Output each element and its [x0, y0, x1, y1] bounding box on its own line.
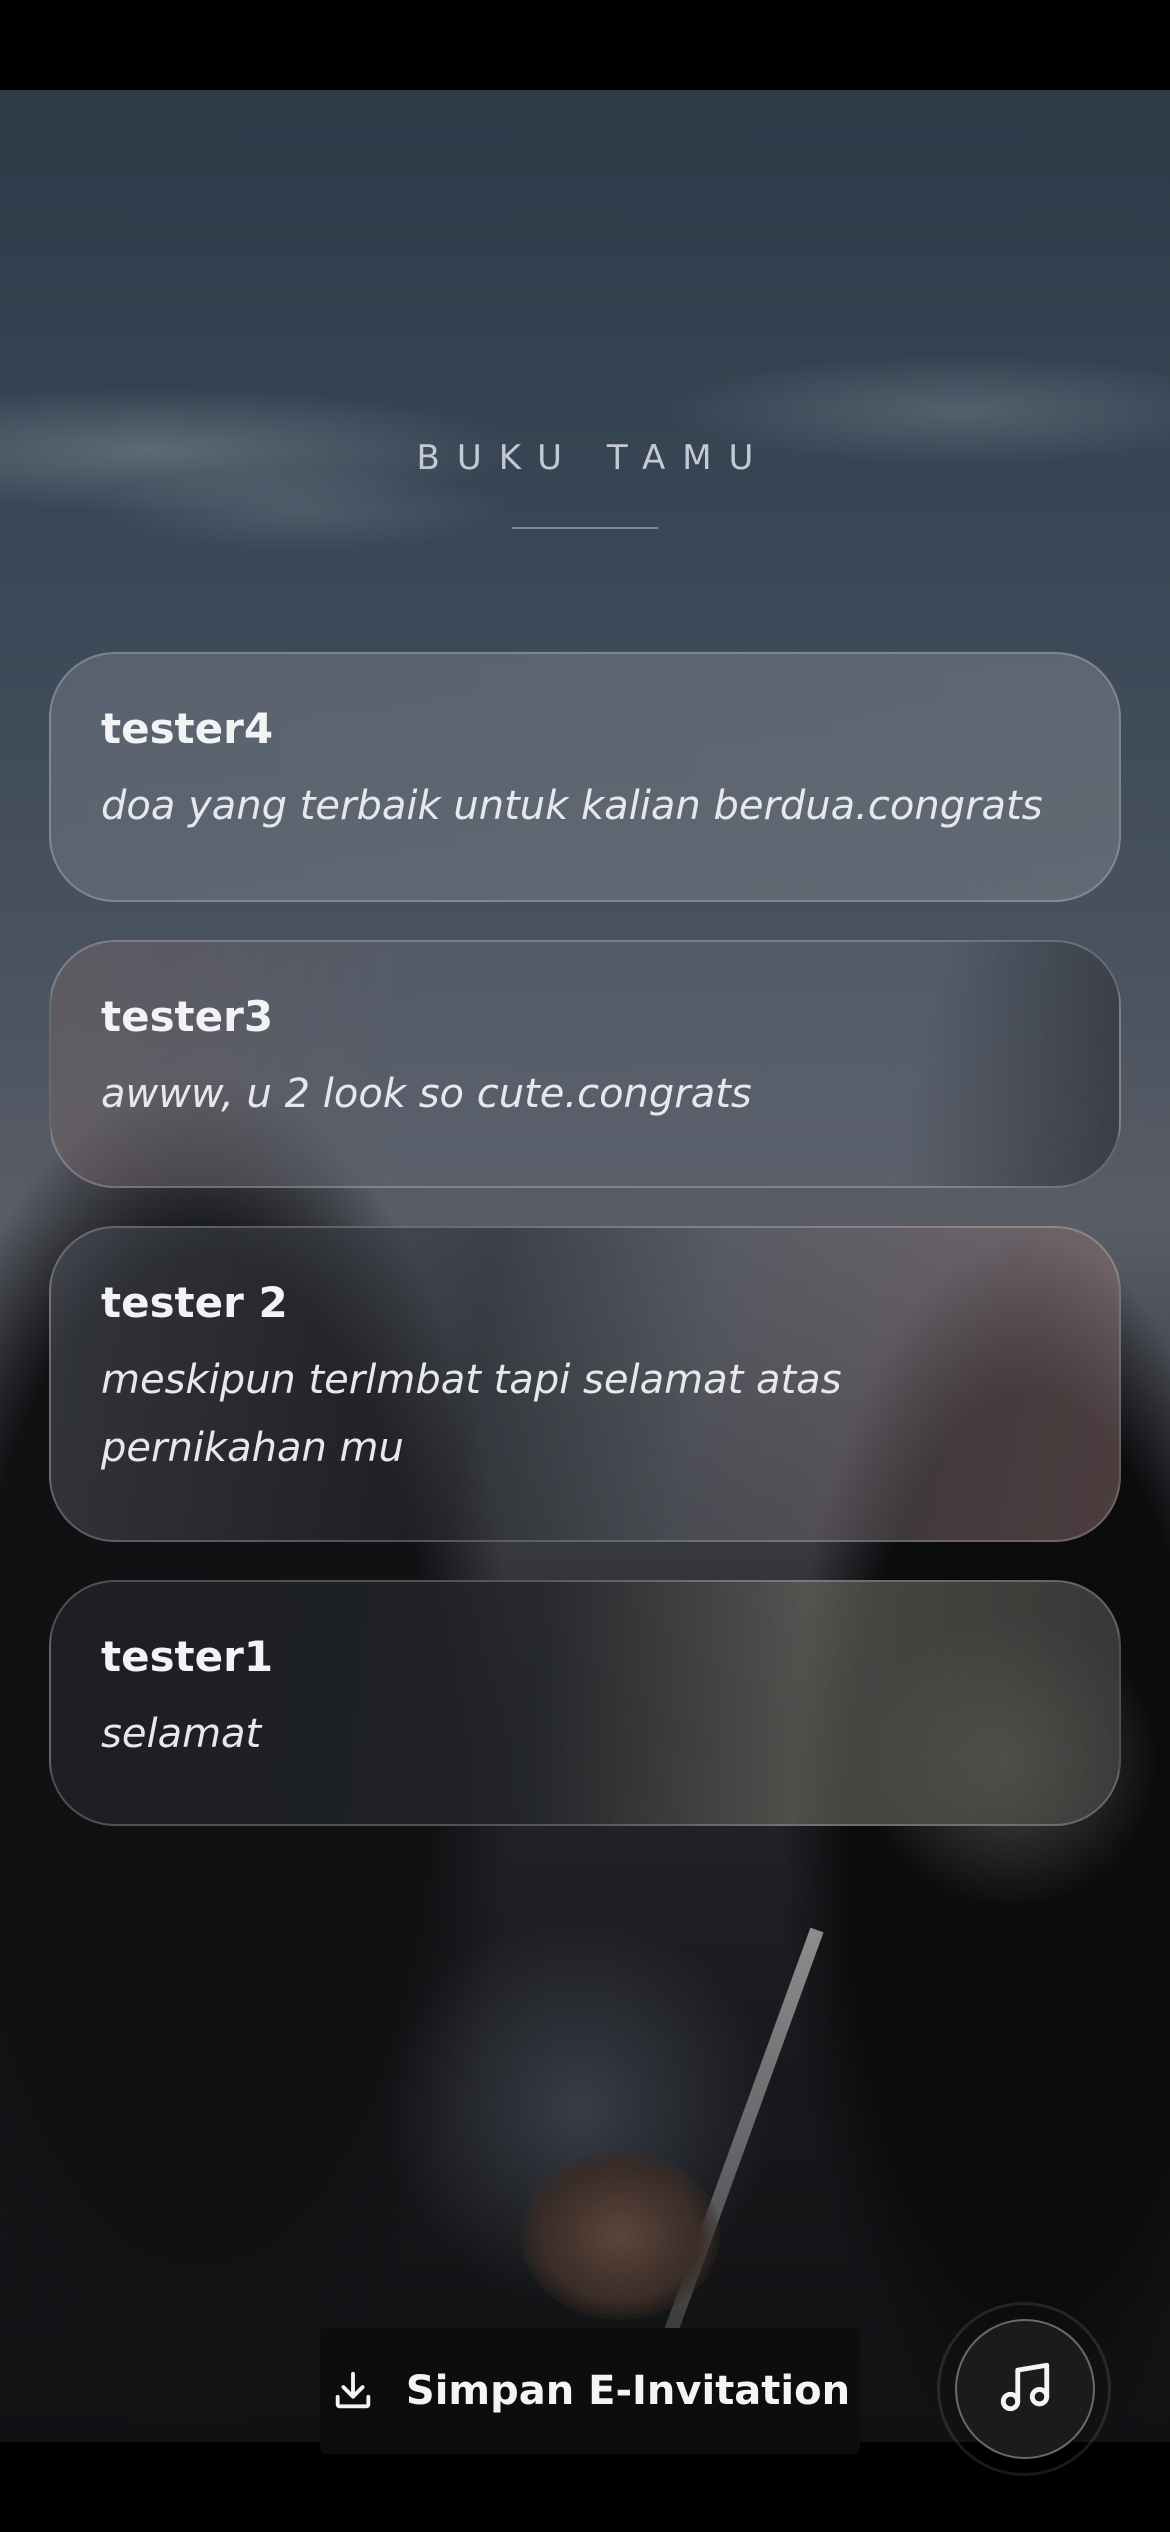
save-invitation-label: Simpan E-Invitation — [405, 2368, 851, 2414]
save-invitation-button[interactable]: Simpan E-Invitation — [320, 2328, 860, 2454]
guestbook-entry: tester 2 meskipun terlmbat tapi selamat … — [49, 1226, 1121, 1542]
music-toggle-button[interactable] — [955, 2319, 1095, 2459]
top-status-area — [0, 0, 1170, 90]
entry-message: awww, u 2 look so cute.congrats — [101, 1071, 752, 1117]
entry-name: tester4 — [101, 704, 274, 753]
music-note-icon — [996, 2358, 1054, 2420]
entry-name: tester3 — [101, 992, 274, 1041]
guestbook-entries: tester4 doa yang terbaik untuk kalian be… — [49, 652, 1121, 1864]
entry-message: doa yang terbaik untuk kalian berdua.con… — [101, 783, 1043, 829]
title-divider — [512, 527, 658, 529]
download-icon — [330, 2368, 376, 2414]
section-title: BUKU TAMU — [416, 438, 771, 478]
guestbook-entry: tester4 doa yang terbaik untuk kalian be… — [49, 652, 1121, 902]
entry-name: tester1 — [101, 1632, 274, 1681]
entry-name: tester 2 — [101, 1278, 288, 1327]
guestbook-entry: tester1 selamat — [49, 1580, 1121, 1826]
entry-message: selamat — [101, 1711, 262, 1757]
guestbook-entry: tester3 awww, u 2 look so cute.congrats — [49, 940, 1121, 1188]
entry-message: meskipun terlmbat tapi selamat atas pern… — [101, 1357, 842, 1471]
